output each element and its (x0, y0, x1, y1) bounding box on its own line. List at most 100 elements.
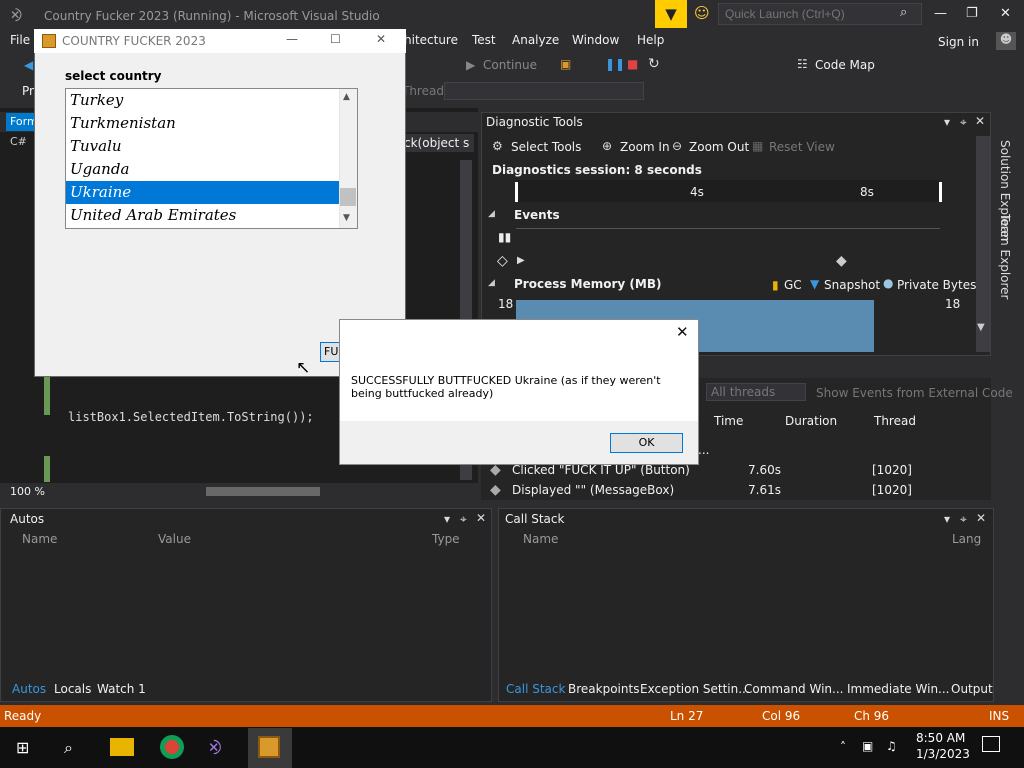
method-dropdown[interactable]: ck(object s (404, 134, 474, 152)
panel-dropdown-icon[interactable]: ▾ (944, 512, 950, 526)
thread-dropdown[interactable] (444, 82, 644, 100)
pin-icon[interactable]: ⌖ (960, 512, 967, 527)
chrome-icon[interactable] (160, 735, 184, 759)
restart-icon[interactable]: ↻ (648, 56, 660, 72)
minimize-icon[interactable]: — (286, 32, 298, 46)
menu-help[interactable]: Help (637, 33, 664, 47)
gear-icon[interactable]: ⚙ (492, 139, 503, 153)
listbox-scrollbar[interactable] (339, 89, 357, 228)
file-explorer-icon[interactable] (110, 738, 134, 756)
tab-output[interactable]: Output (951, 682, 993, 696)
quick-launch-input[interactable] (718, 3, 922, 25)
editor-horizontal-scrollbar[interactable] (206, 487, 320, 496)
chevron-up-icon[interactable]: ˄ (840, 740, 846, 754)
code-line[interactable]: listBox1.SelectedItem.ToString()); (68, 410, 314, 424)
back-icon[interactable]: ◀ (24, 58, 33, 72)
team-explorer-tab[interactable]: Team Explorer (998, 214, 1012, 300)
panel-close-icon[interactable]: ✕ (975, 114, 985, 128)
process-icon[interactable]: ▣ (560, 57, 571, 71)
pin-icon[interactable]: ⌖ (460, 512, 467, 527)
country-app-taskbar-icon[interactable] (258, 736, 280, 758)
list-item[interactable]: Turkey (66, 89, 357, 112)
account-icon[interactable]: ☻ (996, 32, 1016, 50)
sign-in-link[interactable]: Sign in (938, 35, 979, 49)
search-icon[interactable]: ⌕ (900, 5, 907, 20)
menu-window[interactable]: Window (572, 33, 619, 47)
zoom-dropdown[interactable]: 100 % (10, 485, 45, 498)
zoom-out-icon[interactable]: ⊖ (672, 139, 682, 153)
tab-command-window[interactable]: Command Win... (744, 682, 843, 696)
maximize-icon[interactable]: ☐ (330, 32, 341, 46)
list-item-selected[interactable]: Ukraine (66, 181, 357, 204)
diag-scrollbar[interactable] (976, 136, 990, 352)
list-item[interactable]: Uganda (66, 158, 357, 181)
visual-studio-taskbar-icon[interactable]: ⨵ (208, 735, 222, 759)
close-icon[interactable]: ✕ (1000, 6, 1011, 21)
windows-start-icon[interactable]: ⊞ (16, 738, 29, 757)
panel-dropdown-icon[interactable]: ▾ (944, 115, 950, 129)
clock-time[interactable]: 8:50 AM (916, 731, 965, 745)
restore-icon[interactable]: ❐ (966, 6, 978, 21)
column-name[interactable]: Name (22, 532, 57, 546)
scroll-down-icon[interactable]: ▼ (977, 322, 985, 333)
show-external-code-toggle[interactable]: Show Events from External Code (816, 386, 1013, 400)
feedback-smiley-icon[interactable]: ☺ (694, 4, 710, 22)
scroll-down-icon[interactable]: ▼ (343, 213, 350, 223)
ok-button[interactable]: OK (610, 433, 683, 453)
panel-close-icon[interactable]: ✕ (976, 511, 986, 525)
zoom-out-button[interactable]: Zoom Out (689, 140, 749, 154)
event-name[interactable]: Displayed "" (MessageBox) (512, 483, 674, 497)
tab-locals[interactable]: Locals (54, 682, 91, 696)
list-item[interactable]: Tuvalu (66, 135, 357, 158)
feedback-filter-icon[interactable]: ▼ (655, 0, 687, 28)
panel-dropdown-icon[interactable]: ▾ (444, 512, 450, 526)
continue-icon[interactable]: ▶ (466, 58, 475, 72)
code-map-icon[interactable]: ☷ (797, 57, 808, 71)
menu-test[interactable]: Test (472, 33, 496, 47)
timeline-start-handle[interactable] (515, 182, 518, 202)
network-icon[interactable]: ▣ (862, 739, 873, 753)
menu-analyze[interactable]: Analyze (512, 33, 559, 47)
collapse-icon[interactable]: ◢ (488, 278, 495, 288)
collapse-icon[interactable]: ◢ (488, 209, 495, 219)
select-tools-button[interactable]: Select Tools (511, 140, 581, 154)
tab-autos[interactable]: Autos (12, 682, 46, 696)
list-item[interactable]: United Arab Emirates (66, 204, 357, 227)
close-icon[interactable]: ✕ (376, 32, 386, 46)
timeline-ruler[interactable] (516, 180, 940, 202)
zoom-in-icon[interactable]: ⊕ (602, 139, 612, 153)
event-name[interactable]: Clicked "FUCK IT UP" (Button) (512, 463, 690, 477)
column-time[interactable]: Time (714, 414, 743, 428)
column-thread[interactable]: Thread (874, 414, 916, 428)
tab-watch-1[interactable]: Watch 1 (97, 682, 146, 696)
column-lang[interactable]: Lang (952, 532, 981, 546)
continue-button[interactable]: Continue (483, 58, 537, 72)
menu-architecture[interactable]: hitecture (404, 33, 458, 47)
column-name[interactable]: Name (523, 532, 558, 546)
tab-exception-settings[interactable]: Exception Settin... (640, 682, 750, 696)
column-value[interactable]: Value (158, 532, 191, 546)
tab-call-stack[interactable]: Call Stack (506, 682, 565, 696)
list-item[interactable]: Turkmenistan (66, 112, 357, 135)
pause-icon[interactable]: ❚❚ (605, 57, 625, 71)
minimize-icon[interactable]: — (934, 6, 947, 21)
tab-breakpoints[interactable]: Breakpoints (568, 682, 639, 696)
panel-close-icon[interactable]: ✕ (476, 511, 486, 525)
timeline-end-handle[interactable] (939, 182, 942, 202)
event-marker-icon[interactable]: ◆ (836, 253, 847, 269)
volume-icon[interactable]: ♫ (886, 739, 897, 753)
listbox-scroll-thumb[interactable] (340, 188, 356, 206)
scroll-up-icon[interactable]: ▲ (343, 92, 350, 102)
search-icon[interactable]: ⌕ (64, 738, 73, 758)
pin-icon[interactable]: ⌖ (960, 115, 967, 130)
menu-file[interactable]: File (10, 33, 30, 47)
zoom-in-button[interactable]: Zoom In (620, 140, 670, 154)
notifications-icon[interactable] (982, 736, 1000, 752)
country-listbox[interactable]: Turkey Turkmenistan Tuvalu Uganda Ukrain… (65, 88, 358, 229)
code-map-button[interactable]: Code Map (815, 58, 875, 72)
clock-date[interactable]: 1/3/2023 (916, 747, 970, 761)
stop-icon[interactable]: ■ (627, 57, 638, 71)
threads-dropdown[interactable]: All threads (706, 383, 806, 401)
tab-immediate-window[interactable]: Immediate Win... (847, 682, 950, 696)
column-duration[interactable]: Duration (785, 414, 837, 428)
